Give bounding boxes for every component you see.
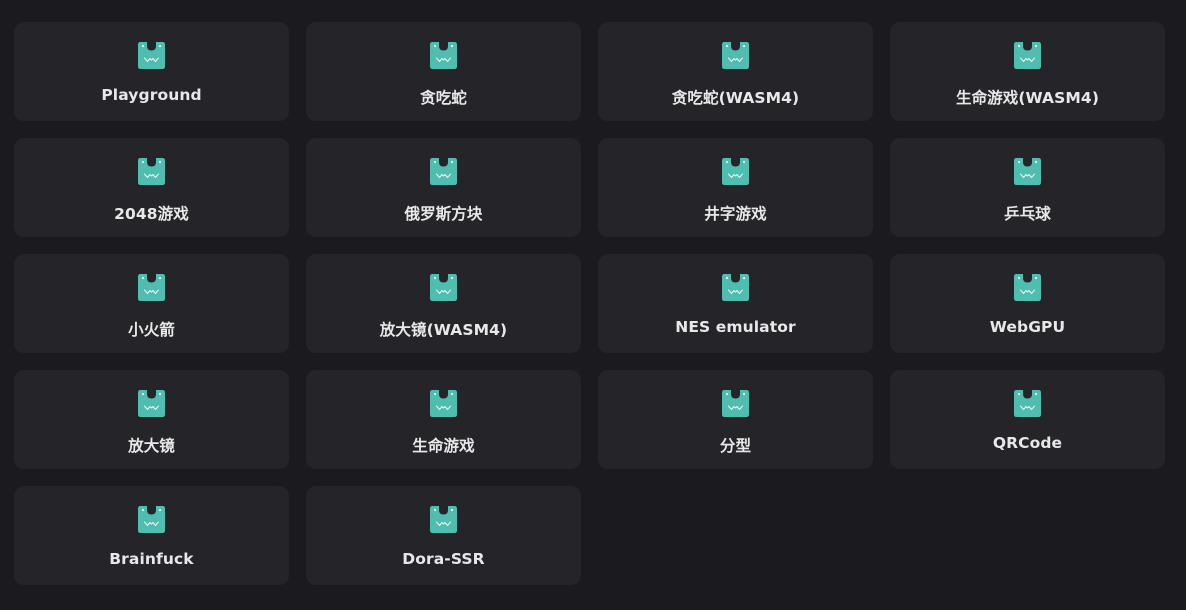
project-card-game-of-life[interactable]: 生命游戏 [306, 370, 581, 469]
project-card-snake[interactable]: 贪吃蛇 [306, 22, 581, 121]
project-card-magnifier[interactable]: 放大镜 [14, 370, 289, 469]
project-label: 井字游戏 [704, 205, 767, 223]
project-label: Playground [101, 86, 202, 104]
project-label: 生命游戏(WASM4) [955, 89, 1100, 107]
project-label: 分型 [719, 437, 752, 455]
wasm-logo-icon [1014, 158, 1041, 185]
wasm-logo-icon [722, 158, 749, 185]
wasm-logo-icon [430, 506, 457, 533]
project-label: 贪吃蛇(WASM4) [671, 89, 800, 107]
wasm-logo-icon [722, 390, 749, 417]
wasm-logo-icon [1014, 274, 1041, 301]
wasm-logo-icon [138, 274, 165, 301]
wasm-logo-icon [430, 390, 457, 417]
project-card-snake-wasm4[interactable]: 贪吃蛇(WASM4) [598, 22, 873, 121]
project-card-qrcode[interactable]: QRCode [890, 370, 1165, 469]
project-label: NES emulator [675, 318, 796, 336]
project-label: 乒乓球 [1004, 205, 1051, 223]
wasm-logo-icon [430, 42, 457, 69]
project-label: 小火箭 [128, 321, 175, 339]
project-label: 俄罗斯方块 [404, 205, 483, 223]
project-card-tic-tac-toe[interactable]: 井字游戏 [598, 138, 873, 237]
project-label: 放大镜 [128, 437, 175, 455]
project-label: QRCode [992, 434, 1063, 452]
wasm-logo-icon [1014, 42, 1041, 69]
project-card-magnifier-wasm4[interactable]: 放大镜(WASM4) [306, 254, 581, 353]
wasm-logo-icon [722, 42, 749, 69]
wasm-logo-icon [138, 158, 165, 185]
project-card-tetris[interactable]: 俄罗斯方块 [306, 138, 581, 237]
project-label: Dora-SSR [402, 550, 485, 568]
project-grid: Playground 贪吃蛇 贪吃蛇(WASM4) 生命游戏(WASM4) 20… [14, 22, 1165, 585]
wasm-logo-icon [430, 274, 457, 301]
project-card-fractal[interactable]: 分型 [598, 370, 873, 469]
project-label: Brainfuck [109, 550, 194, 568]
project-card-pong[interactable]: 乒乓球 [890, 138, 1165, 237]
wasm-logo-icon [138, 42, 165, 69]
project-card-dora-ssr[interactable]: Dora-SSR [306, 486, 581, 585]
wasm-logo-icon [722, 274, 749, 301]
project-label: 生命游戏 [412, 437, 475, 455]
wasm-logo-icon [138, 390, 165, 417]
project-card-game-of-life-wasm4[interactable]: 生命游戏(WASM4) [890, 22, 1165, 121]
wasm-logo-icon [430, 158, 457, 185]
project-label: 2048游戏 [114, 205, 189, 223]
project-label: WebGPU [989, 318, 1066, 336]
wasm-logo-icon [1014, 390, 1041, 417]
project-card-brainfuck[interactable]: Brainfuck [14, 486, 289, 585]
wasm-logo-icon [138, 506, 165, 533]
project-label: 贪吃蛇 [420, 89, 467, 107]
project-card-rocket[interactable]: 小火箭 [14, 254, 289, 353]
project-label: 放大镜(WASM4) [379, 321, 508, 339]
project-card-2048[interactable]: 2048游戏 [14, 138, 289, 237]
project-card-playground[interactable]: Playground [14, 22, 289, 121]
project-card-webgpu[interactable]: WebGPU [890, 254, 1165, 353]
project-card-nes-emulator[interactable]: NES emulator [598, 254, 873, 353]
